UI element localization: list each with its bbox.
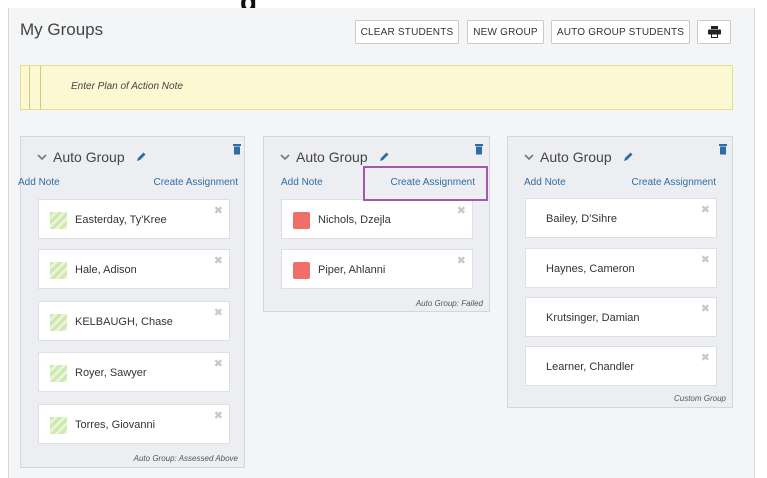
page-title: My Groups	[20, 20, 104, 39]
note-divider	[29, 66, 30, 109]
group-header: Auto Group	[524, 149, 634, 165]
remove-icon[interactable]: ✖	[214, 306, 223, 319]
assessment-swatch	[50, 417, 67, 434]
student-name: Piper, Ahlanni	[318, 264, 386, 276]
trash-icon[interactable]	[718, 143, 728, 155]
remove-icon[interactable]: ✖	[457, 254, 466, 267]
group-card-3: Auto Group Add Note Create Assignment Ba…	[507, 136, 733, 408]
pencil-icon[interactable]	[135, 151, 147, 163]
add-note-link[interactable]: Add Note	[524, 177, 566, 188]
note-placeholder: Enter Plan of Action Note	[71, 81, 183, 92]
student-name: Krutsinger, Damian	[546, 312, 640, 324]
new-group-button[interactable]: NEW GROUP	[467, 20, 544, 44]
remove-icon[interactable]: ✖	[701, 253, 710, 266]
add-note-link[interactable]: Add Note	[18, 177, 60, 188]
note-divider	[40, 66, 41, 109]
assessment-swatch	[293, 262, 310, 279]
group-type-label: Auto Group: Failed	[415, 299, 483, 308]
assessment-swatch	[50, 212, 67, 229]
trash-icon[interactable]	[232, 143, 242, 155]
remove-icon[interactable]: ✖	[214, 357, 223, 370]
chevron-down-icon[interactable]	[524, 152, 534, 162]
remove-icon[interactable]: ✖	[701, 351, 710, 364]
assessment-swatch	[50, 365, 67, 382]
student-card[interactable]: Nichols, Dzejla ✖	[281, 199, 473, 239]
group-type-label: Auto Group: Assessed Above	[133, 454, 238, 463]
student-card[interactable]: Krutsinger, Damian ✖	[525, 297, 717, 337]
create-assignment-link[interactable]: Create Assignment	[632, 177, 717, 188]
chevron-down-icon[interactable]	[280, 152, 290, 162]
student-name: Royer, Sawyer	[75, 367, 147, 379]
assessment-swatch	[293, 212, 310, 229]
pencil-icon[interactable]	[378, 151, 390, 163]
print-button[interactable]	[697, 20, 731, 44]
clear-students-button[interactable]: CLEAR STUDENTS	[355, 20, 459, 44]
group-header: Auto Group	[37, 149, 147, 165]
assessment-swatch	[50, 262, 67, 279]
group-header: Auto Group	[280, 149, 390, 165]
remove-icon[interactable]: ✖	[214, 409, 223, 422]
remove-icon[interactable]: ✖	[214, 254, 223, 267]
chevron-down-icon[interactable]	[37, 152, 47, 162]
student-card[interactable]: Hale, Adison ✖	[38, 249, 230, 289]
remove-icon[interactable]: ✖	[701, 302, 710, 315]
remove-icon[interactable]: ✖	[457, 204, 466, 217]
student-name: Torres, Giovanni	[75, 419, 156, 431]
student-card[interactable]: Easterday, Ty'Kree ✖	[38, 199, 230, 239]
group-title: Auto Group	[53, 149, 125, 165]
remove-icon[interactable]: ✖	[701, 203, 710, 216]
group-card-2: Auto Group Add Note Create Assignment Ni…	[263, 136, 490, 312]
create-assignment-link[interactable]: Create Assignment	[391, 177, 476, 188]
student-card[interactable]: Torres, Giovanni ✖	[38, 404, 230, 444]
student-name: Nichols, Dzejla	[318, 214, 391, 226]
student-card[interactable]: Piper, Ahlanni ✖	[281, 249, 473, 289]
pencil-icon[interactable]	[622, 151, 634, 163]
group-type-label: Custom Group	[673, 394, 726, 403]
student-name: Bailey, D'Sihre	[546, 213, 617, 225]
student-card[interactable]: Royer, Sawyer ✖	[38, 352, 230, 392]
assessment-swatch	[50, 314, 67, 331]
student-name: Haynes, Cameron	[546, 263, 635, 275]
student-card[interactable]: KELBAUGH, Chase ✖	[38, 301, 230, 341]
student-card[interactable]: Learner, Chandler ✖	[525, 346, 717, 386]
trash-icon[interactable]	[474, 143, 484, 155]
student-name: Learner, Chandler	[546, 361, 635, 373]
plan-of-action-note[interactable]: Enter Plan of Action Note	[20, 65, 733, 110]
student-card[interactable]: Bailey, D'Sihre ✖	[525, 198, 717, 238]
create-assignment-link[interactable]: Create Assignment	[154, 177, 239, 188]
printer-icon	[707, 26, 721, 38]
auto-group-students-button[interactable]: AUTO GROUP STUDENTS	[551, 20, 690, 44]
student-name: Hale, Adison	[75, 264, 137, 276]
student-name: Easterday, Ty'Kree	[75, 214, 167, 226]
group-card-1: Auto Group Add Note Create Assignment Ea…	[18, 136, 245, 468]
add-note-link[interactable]: Add Note	[281, 177, 323, 188]
remove-icon[interactable]: ✖	[214, 204, 223, 217]
student-name: KELBAUGH, Chase	[75, 316, 173, 328]
group-title: Auto Group	[540, 149, 612, 165]
group-title: Auto Group	[296, 149, 368, 165]
student-card[interactable]: Haynes, Cameron ✖	[525, 248, 717, 288]
